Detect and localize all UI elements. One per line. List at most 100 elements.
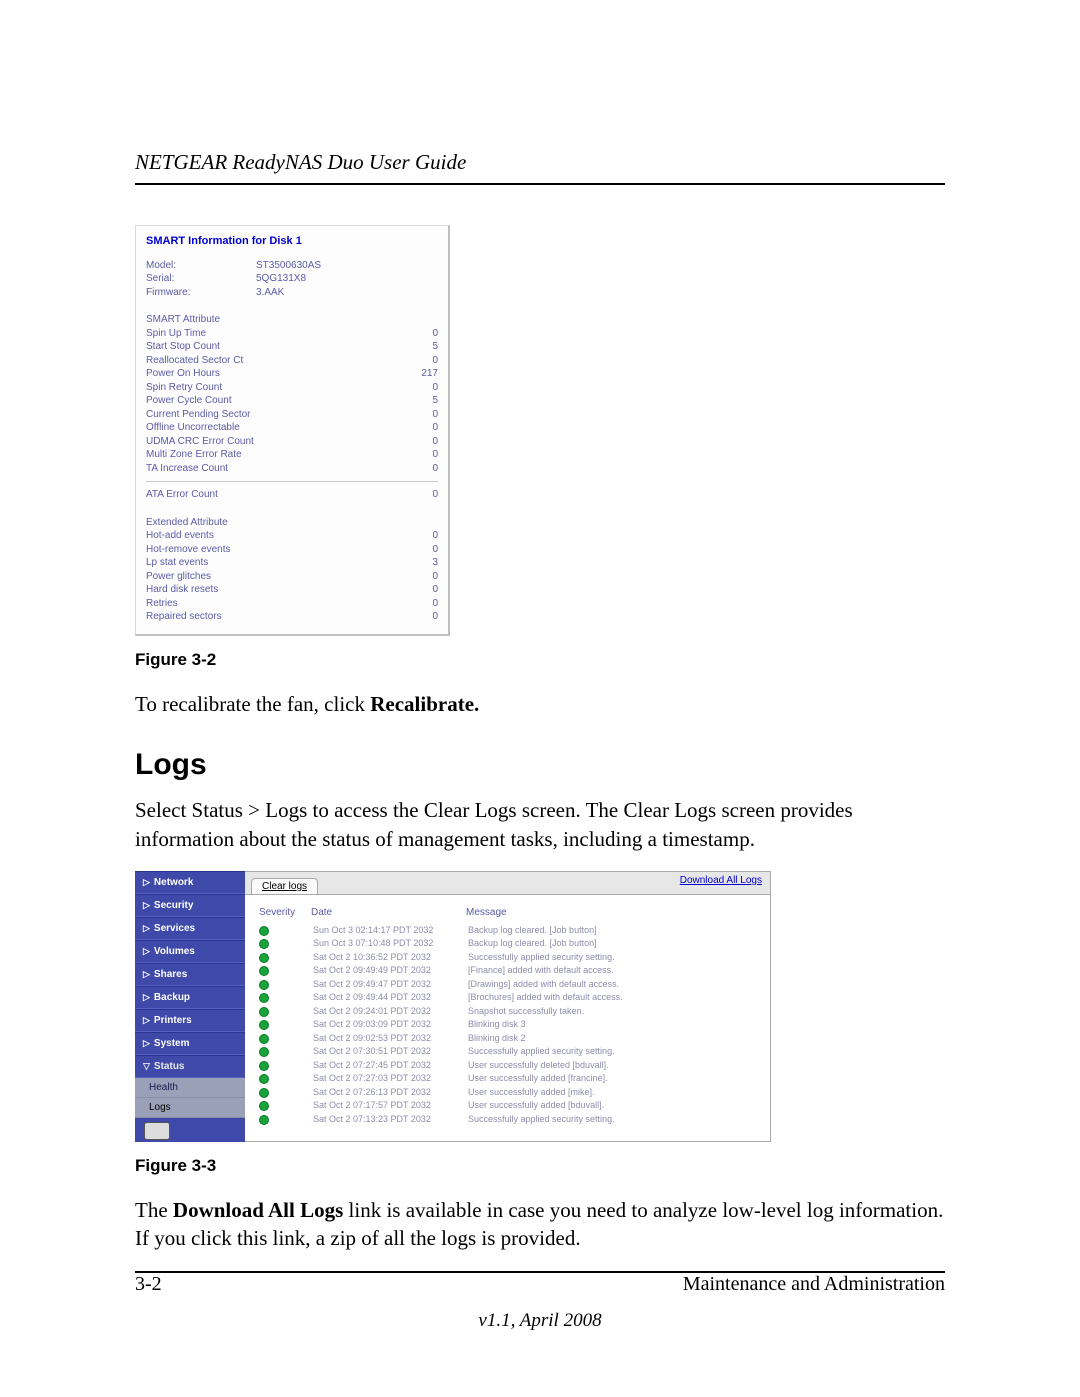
serial-value: 5QG131X8 bbox=[256, 272, 306, 286]
smart-attr-row: Start Stop Count 5 bbox=[146, 340, 438, 354]
sidebar-label: Status bbox=[154, 1061, 185, 1072]
severity-dot-icon bbox=[259, 926, 269, 936]
smart-attr-value: 0 bbox=[432, 327, 438, 341]
sidebar-label: Backup bbox=[154, 992, 190, 1003]
chevron-icon: ▷ bbox=[143, 992, 150, 1003]
ext-attr-row: Power glitches0 bbox=[146, 570, 438, 584]
smart-attr-name: Current Pending Sector bbox=[146, 408, 251, 422]
ext-attr-row: Retries0 bbox=[146, 597, 438, 611]
model-label: Model: bbox=[146, 259, 256, 273]
log-message: Successfully applied security setting. bbox=[468, 1045, 615, 1059]
smart-attr-name: Offline Uncorrectable bbox=[146, 421, 240, 435]
severity-dot-icon bbox=[259, 953, 269, 963]
log-date: Sun Oct 3 02:14:17 PDT 2032 bbox=[313, 924, 468, 938]
sidebar-item-status[interactable]: ▽ Status bbox=[135, 1055, 245, 1078]
log-date: Sat Oct 2 07:30:51 PDT 2032 bbox=[313, 1045, 468, 1059]
ext-attr-name: Retries bbox=[146, 597, 178, 611]
sidebar-label: Network bbox=[154, 877, 193, 888]
sidebar-item-backup[interactable]: ▷ Backup bbox=[135, 986, 245, 1009]
log-row: Sat Oct 2 07:27:45 PDT 2032User successf… bbox=[259, 1059, 756, 1073]
smart-attr-value: 0 bbox=[432, 448, 438, 462]
sidebar-item-system[interactable]: ▷System bbox=[135, 1032, 245, 1055]
smart-attr-name: TA Increase Count bbox=[146, 462, 228, 476]
ext-attr-value: 0 bbox=[432, 610, 438, 624]
log-message: Snapshot successfully taken. bbox=[468, 1005, 584, 1019]
page-number: 3-2 bbox=[135, 1273, 162, 1296]
log-message: [Finance] added with default access. bbox=[468, 964, 614, 978]
log-row: Sat Oct 2 09:02:53 PDT 2032Blinking disk… bbox=[259, 1032, 756, 1046]
log-date: Sat Oct 2 09:03:09 PDT 2032 bbox=[313, 1018, 468, 1032]
ext-attr-value: 0 bbox=[432, 570, 438, 584]
log-message: User successfully added [mike]. bbox=[468, 1086, 595, 1100]
ext-attr-value: 0 bbox=[432, 543, 438, 557]
smart-attr-name: Power Cycle Count bbox=[146, 394, 232, 408]
log-row: Sat Oct 2 09:49:49 PDT 2032[Finance] add… bbox=[259, 964, 756, 978]
sidebar-item-shares[interactable]: ▷Shares bbox=[135, 963, 245, 986]
sidebar-sub-logs[interactable]: Logs bbox=[135, 1098, 245, 1118]
severity-dot-icon bbox=[259, 1047, 269, 1057]
chevron-icon: ▷ bbox=[143, 877, 150, 888]
sidebar-item-printers[interactable]: ▷Printers bbox=[135, 1009, 245, 1032]
smart-attr-row: Spin Retry Count0 bbox=[146, 381, 438, 395]
sidebar-label: Printers bbox=[154, 1015, 192, 1026]
ata-error-label: ATA Error Count bbox=[146, 488, 218, 502]
sidebar-item-network[interactable]: ▷ Network bbox=[135, 871, 245, 894]
smart-attr-row: Spin Up Time0 bbox=[146, 327, 438, 341]
log-date: Sat Oct 2 09:49:44 PDT 2032 bbox=[313, 991, 468, 1005]
chevron-icon: ▷ bbox=[143, 946, 150, 957]
smart-attr-name: Start Stop Count bbox=[146, 340, 220, 354]
severity-dot-icon bbox=[259, 1088, 269, 1098]
sidebar-sub-health[interactable]: Health bbox=[135, 1078, 245, 1098]
ext-attr-head: Extended Attribute bbox=[146, 516, 438, 530]
sidebar-item-volumes[interactable]: ▷ Volumes bbox=[135, 940, 245, 963]
log-rows: Sun Oct 3 02:14:17 PDT 2032Backup log cl… bbox=[245, 924, 770, 1133]
smart-attr-row: UDMA CRC Error Count0 bbox=[146, 435, 438, 449]
log-message: [Brochures] added with default access. bbox=[468, 991, 623, 1005]
log-message: Blinking disk 3 bbox=[468, 1018, 526, 1032]
chevron-icon: ▽ bbox=[143, 1061, 150, 1072]
sidebar-item-security[interactable]: ▷Security bbox=[135, 894, 245, 917]
col-message: Message bbox=[466, 907, 507, 918]
ext-attr-value: 0 bbox=[432, 529, 438, 543]
chevron-icon: ▷ bbox=[143, 923, 150, 934]
footer-section: Maintenance and Administration bbox=[683, 1273, 945, 1296]
ext-attr-value: 0 bbox=[432, 583, 438, 597]
log-date: Sun Oct 3 07:10:48 PDT 2032 bbox=[313, 937, 468, 951]
log-date: Sat Oct 2 09:49:49 PDT 2032 bbox=[313, 964, 468, 978]
running-header: NETGEAR ReadyNAS Duo User Guide bbox=[135, 150, 945, 175]
severity-dot-icon bbox=[259, 1074, 269, 1084]
smart-attr-row: Power On Hours217 bbox=[146, 367, 438, 381]
smart-attr-value: 0 bbox=[432, 381, 438, 395]
logs-paragraph: Select Status > Logs to access the Clear… bbox=[135, 796, 945, 853]
smart-title: SMART Information for Disk 1 bbox=[146, 234, 438, 249]
figure-3-3-caption: Figure 3-3 bbox=[135, 1156, 945, 1176]
smart-attr-value: 0 bbox=[432, 421, 438, 435]
ext-attr-row: Lp stat events3 bbox=[146, 556, 438, 570]
download-paragraph: The Download All Logs link is available … bbox=[135, 1196, 945, 1253]
log-date: Sat Oct 2 07:27:45 PDT 2032 bbox=[313, 1059, 468, 1073]
smart-attr-value: 0 bbox=[432, 435, 438, 449]
sidebar: ▷Network▷Security▷Services▷Volumes▷Share… bbox=[135, 871, 245, 1142]
log-date: Sat Oct 2 10:36:52 PDT 2032 bbox=[313, 951, 468, 965]
log-row: Sat Oct 2 07:13:23 PDT 2032Successfully … bbox=[259, 1113, 756, 1127]
download-all-logs-link[interactable]: Download All Logs bbox=[680, 875, 762, 886]
log-message: User successfully deleted [bduvall]. bbox=[468, 1059, 609, 1073]
tab-clear-logs[interactable]: Clear logs bbox=[251, 878, 318, 894]
ext-attr-value: 3 bbox=[432, 556, 438, 570]
smart-info-panel: SMART Information for Disk 1 Model:ST350… bbox=[135, 225, 450, 636]
dl-para-pre: The bbox=[135, 1198, 173, 1222]
col-date: Date bbox=[311, 907, 466, 918]
log-date: Sat Oct 2 09:24:01 PDT 2032 bbox=[313, 1005, 468, 1019]
severity-dot-icon bbox=[259, 1007, 269, 1017]
header-rule bbox=[135, 183, 945, 185]
log-row: Sat Oct 2 07:27:03 PDT 2032User successf… bbox=[259, 1072, 756, 1086]
sidebar-label: Volumes bbox=[154, 946, 195, 957]
log-row: Sun Oct 3 07:10:48 PDT 2032Backup log cl… bbox=[259, 937, 756, 951]
smart-attr-name: Power On Hours bbox=[146, 367, 220, 381]
smart-attr-value: 5 bbox=[432, 340, 438, 354]
smart-attr-row: Current Pending Sector0 bbox=[146, 408, 438, 422]
sidebar-item-services[interactable]: ▷Services bbox=[135, 917, 245, 940]
ext-attr-name: Hot-add events bbox=[146, 529, 214, 543]
log-date: Sat Oct 2 07:27:03 PDT 2032 bbox=[313, 1072, 468, 1086]
ata-error-value: 0 bbox=[432, 488, 438, 502]
